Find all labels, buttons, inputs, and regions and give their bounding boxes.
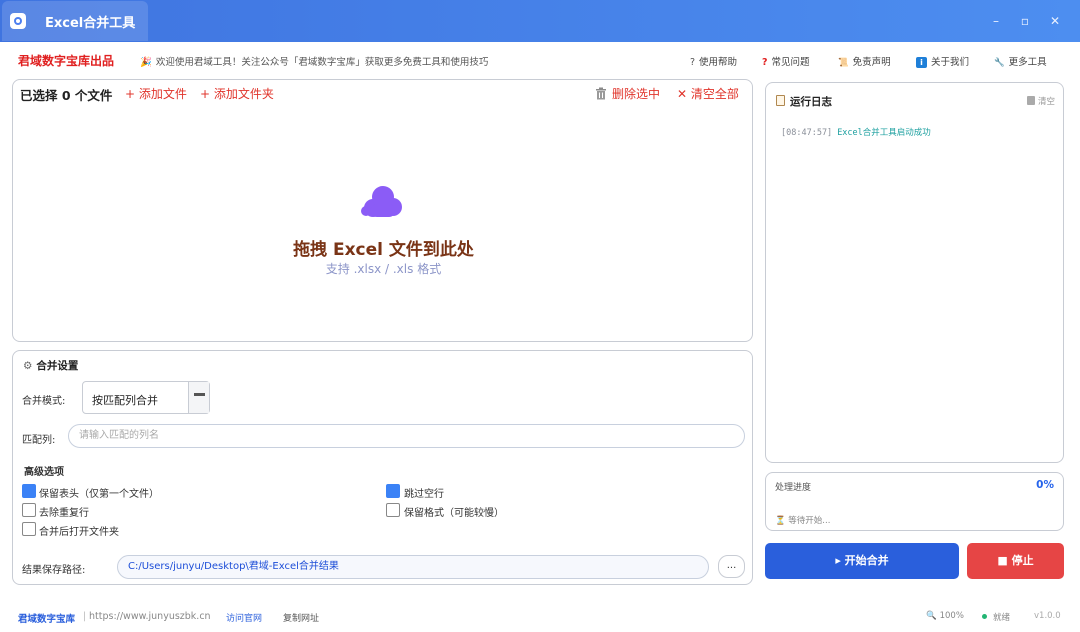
notice-bar: 🎉 欢迎使用君域工具！关注公众号「君域数字宝库」获取更多免费工具和使用技巧 [140, 54, 488, 68]
footer-brand: 君域数字宝库 [18, 614, 76, 625]
zoom-indicator: 🔍 100% [926, 611, 964, 621]
progress-label: 处理进度 [775, 483, 812, 493]
keep-format-label: 保留格式（可能较慢） [404, 508, 504, 519]
drop-title: 拖拽 Excel 文件到此处 [293, 240, 474, 260]
remove-duplicates-label: 去除重复行 [39, 508, 89, 519]
menu-disclaimer-label: 免责声明 [852, 57, 891, 68]
add-files-button[interactable]: + 添加文件 [125, 85, 187, 102]
question-icon: ? [762, 57, 768, 68]
save-path-input[interactable]: C:/Users/junyu/Desktop\君域-Excel合并结果 [117, 555, 709, 579]
copy-url-link[interactable]: 复制网址 [283, 611, 319, 624]
settings-title-label: 合并设置 [36, 360, 79, 372]
keep-format-checkbox[interactable] [386, 503, 400, 517]
keep-header-label: 保留表头（仅第一个文件） [39, 489, 159, 500]
skip-empty-rows-checkbox[interactable] [386, 484, 400, 498]
file-drop-panel[interactable]: 已选择 0 个文件 + 添加文件 + 添加文件夹 删除选中 ✕ 清空全部 拖拽 … [12, 79, 753, 342]
menu-more-tools[interactable]: 🔧 更多工具 [994, 54, 1047, 68]
menu-help[interactable]: ? 使用帮助 [690, 54, 737, 68]
skip-empty-rows-label: 跳过空行 [404, 489, 444, 500]
progress-panel: 处理进度 0% ⏳ 等待开始... [765, 472, 1064, 531]
title-bar: Excel合并工具 – ▫ ✕ [0, 0, 1080, 42]
gear-icon: ⚙ [23, 360, 33, 372]
clear-all-button[interactable]: ✕ 清空全部 [677, 85, 739, 102]
dropdown-toggle-icon[interactable] [188, 382, 209, 413]
merge-mode-value: 按匹配列合并 [92, 394, 158, 407]
start-merge-button[interactable]: ▸ 开始合并 [765, 543, 959, 579]
keep-header-checkbox[interactable] [22, 484, 36, 498]
help-icon: ? [690, 57, 696, 68]
save-path-label: 结果保存路径: [22, 565, 86, 576]
maximize-button[interactable]: ▫ [1016, 12, 1034, 30]
zoom-value: 100% [939, 611, 964, 621]
footer-url: https://www.junyuszbk.cn [89, 611, 211, 622]
delete-selected-label: 删除选中 [612, 87, 661, 101]
close-button[interactable]: ✕ [1046, 12, 1064, 30]
clipboard-icon [776, 95, 785, 106]
trash-icon [596, 87, 606, 100]
open-folder-checkbox[interactable] [22, 522, 36, 536]
settings-title: ⚙ 合并设置 [23, 358, 78, 373]
progress-percent: 0% [1036, 479, 1054, 491]
delete-selected-button[interactable]: 删除选中 [595, 85, 660, 102]
cloud-icon [361, 186, 402, 217]
status-indicator: 就绪 [982, 611, 1010, 623]
merge-mode-select[interactable]: 按匹配列合并 [82, 381, 210, 414]
app-icon [10, 13, 26, 29]
party-icon: 🎉 [140, 57, 152, 68]
run-log-panel: 运行日志 清空 [08:47:57] Excel合并工具启动成功 [765, 82, 1064, 463]
browse-button[interactable]: ... [718, 555, 745, 578]
stop-button[interactable]: ■ 停止 [967, 543, 1064, 579]
log-clear-label: 清空 [1037, 97, 1055, 107]
trash-icon [1026, 96, 1035, 105]
minimize-button[interactable]: – [987, 12, 1005, 30]
status-dot-icon [982, 614, 987, 619]
notice-text: 欢迎使用君域工具！关注公众号「君域数字宝库」获取更多免费工具和使用技巧 [155, 57, 489, 68]
add-folder-button[interactable]: + 添加文件夹 [200, 85, 274, 102]
zoom-icon: 🔍 [926, 611, 937, 621]
window-title: Excel合并工具 [45, 16, 136, 31]
progress-status: ⏳ 等待开始... [775, 516, 831, 526]
status-text: 就绪 [993, 613, 1011, 623]
brand-label: 君域数字宝库出品 [18, 54, 115, 68]
log-title-label: 运行日志 [790, 96, 832, 108]
match-column-label: 匹配列: [22, 435, 56, 446]
menu-faq[interactable]: ? 常见问题 [762, 54, 810, 68]
menu-help-label: 使用帮助 [699, 57, 738, 68]
menu-about-label: 关于我们 [931, 57, 970, 68]
menu-about[interactable]: i 关于我们 [916, 54, 969, 68]
merge-settings-panel: ⚙ 合并设置 合并模式: 按匹配列合并 匹配列: 请输入匹配的列名 高级选项 保留… [12, 350, 753, 585]
visit-site-link[interactable]: 访问官网 [226, 611, 262, 624]
remove-duplicates-checkbox[interactable] [22, 503, 36, 517]
menu-disclaimer[interactable]: 📜 免责声明 [838, 54, 891, 68]
drop-subtitle: 支持 .xlsx / .xls 格式 [325, 262, 442, 276]
log-entry: [08:47:57] Excel合并工具启动成功 [781, 126, 931, 138]
selected-count: 已选择 0 个文件 [20, 88, 113, 103]
menu-faq-label: 常见问题 [771, 57, 810, 68]
match-column-input[interactable]: 请输入匹配的列名 [68, 424, 745, 448]
version-label: v1.0.0 [1034, 611, 1061, 621]
footer-separator: | [83, 611, 87, 622]
open-folder-label: 合并后打开文件夹 [39, 527, 119, 538]
info-icon: i [916, 57, 927, 68]
wrench-icon: 🔧 [994, 58, 1005, 68]
advanced-options-title: 高级选项 [24, 467, 64, 478]
log-title: 运行日志 [776, 94, 832, 109]
log-timestamp: [08:47:57] [781, 128, 833, 138]
log-message: Excel合并工具启动成功 [837, 128, 931, 138]
menu-more-tools-label: 更多工具 [1008, 57, 1047, 68]
merge-mode-label: 合并模式: [22, 396, 66, 407]
scroll-icon: 📜 [838, 58, 849, 68]
log-clear-button[interactable]: 清空 [1026, 95, 1055, 107]
